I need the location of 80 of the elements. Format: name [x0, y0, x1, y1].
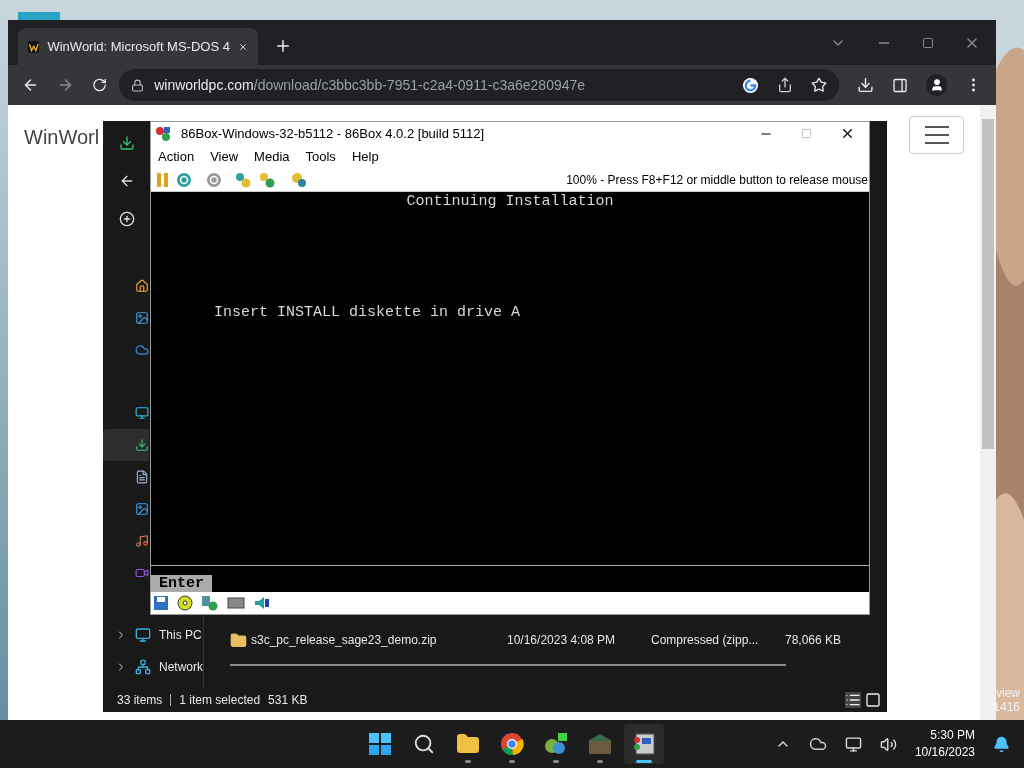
details-view-icon[interactable] — [845, 692, 861, 708]
file-date: 10/16/2023 4:08 PM — [507, 632, 617, 649]
music-icon — [135, 533, 149, 549]
browser-tab[interactable]: WinWorld: Microsoft MS-DOS 4 — [18, 28, 258, 65]
profile-avatar[interactable] — [926, 74, 947, 96]
side-panel-icon[interactable] — [892, 76, 909, 94]
document-icon — [135, 469, 149, 485]
reload-icon[interactable] — [92, 77, 108, 93]
screen-heading: Continuing Installation — [406, 194, 614, 209]
notification-icon[interactable] — [993, 735, 1010, 753]
screen-prompt: Insert INSTALL diskette in drive A — [214, 304, 521, 321]
app-logo-icon — [155, 125, 171, 142]
network-status-icon[interactable] — [844, 735, 862, 753]
chat-app-icon — [543, 732, 569, 756]
menu-button[interactable] — [909, 116, 964, 154]
monitor-icon — [135, 627, 151, 643]
google-icon[interactable] — [742, 76, 760, 94]
status-message: 100% - Press F8+F12 or middle button to release mouse — [566, 171, 869, 189]
floppy-icon — [153, 595, 169, 611]
search-icon — [413, 733, 435, 755]
build-watermark: 1416 — [993, 700, 1020, 714]
new-icon[interactable] — [119, 211, 135, 227]
lock-icon — [131, 78, 145, 92]
tab-title: WinWorld: Microsoft MS-DOS 4 — [47, 37, 230, 56]
download-icon[interactable] — [857, 76, 875, 94]
taskbar-app[interactable] — [624, 724, 664, 764]
star-icon[interactable] — [811, 77, 828, 93]
maximize-icon[interactable] — [922, 37, 934, 49]
selection-size: 531 KB — [268, 692, 308, 709]
image-icon — [135, 501, 149, 517]
file-name: s3c_pc_release_sage23_demo.zip — [251, 632, 438, 649]
nav-item[interactable]: This PC — [103, 619, 203, 651]
menu-item[interactable]: Help — [351, 146, 379, 167]
download-icon — [119, 135, 135, 151]
new-tab-icon[interactable] — [274, 37, 292, 55]
address-bar[interactable]: winworldpc.com/download/c3bbc3bb-7951-c2a4-0911-c3a6e280947e — [119, 69, 840, 101]
key-hint: Enter — [151, 575, 212, 592]
back-icon[interactable] — [119, 173, 135, 189]
window-title: 86Box-Windows-32-b5112 - 86Box 4.0.2 [build 5112] — [181, 124, 485, 143]
download-icon — [135, 437, 149, 453]
cd-icon — [177, 595, 193, 611]
vertical-scrollbar[interactable] — [980, 105, 996, 720]
tiles-view-icon[interactable] — [865, 692, 881, 708]
speaker-icon — [253, 595, 271, 611]
menu-item[interactable]: Action — [158, 146, 195, 167]
maximize-icon — [801, 128, 812, 139]
menu-item[interactable]: Media — [254, 146, 290, 167]
cloud-icon — [135, 342, 149, 358]
nav-label: Network — [159, 659, 203, 676]
cloud-icon[interactable] — [808, 735, 827, 753]
browser-icon — [500, 732, 524, 756]
display-icon — [227, 596, 245, 610]
build-watermark: view — [996, 686, 1020, 700]
selection-info: 1 item selected — [179, 692, 261, 709]
windows-logo-icon — [369, 733, 391, 755]
file-row[interactable]: s3c_pc_release_sage23_demo.zip 10/16/2023 4:08 PM Compressed (zipp... 78,066 KB — [230, 624, 841, 656]
home-icon — [135, 278, 149, 294]
folder-icon — [456, 732, 480, 756]
share-icon[interactable] — [777, 77, 794, 93]
site-logo-icon — [28, 38, 40, 55]
back-icon[interactable] — [22, 76, 39, 94]
file-type: Compressed (zipp... — [651, 632, 760, 649]
clock-date[interactable]: 10/16/2023 — [914, 744, 975, 761]
clock-time[interactable]: 5:30 PM — [930, 727, 975, 744]
horizontal-scrollbar[interactable] — [230, 664, 786, 666]
url-text: winworldpc.com/download/c3bbc3bb-7951-c2a4-0911-c3a6e280947e — [154, 75, 586, 95]
nav-item[interactable]: Network — [103, 651, 203, 683]
desktop-icon — [135, 405, 149, 421]
image-icon — [135, 310, 149, 326]
file-size: 78,066 KB — [783, 632, 841, 649]
site-title: WinWorl — [24, 125, 100, 150]
item-count: 33 items — [117, 692, 163, 709]
nav-label: This PC — [159, 627, 202, 644]
menu-item[interactable]: Tools — [305, 146, 336, 167]
menu-item[interactable]: View — [210, 146, 239, 167]
zip-folder-icon — [230, 631, 247, 649]
app-logo-icon — [632, 732, 656, 756]
nav-item[interactable] — [103, 429, 149, 461]
close-icon[interactable] — [840, 126, 855, 141]
volume-icon[interactable] — [879, 735, 897, 753]
